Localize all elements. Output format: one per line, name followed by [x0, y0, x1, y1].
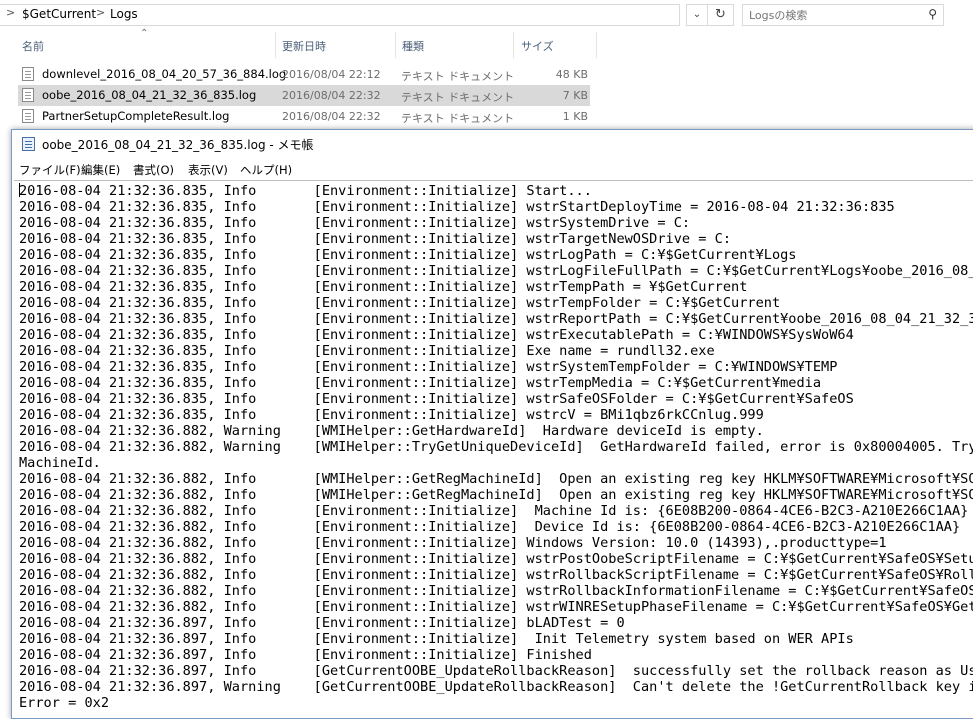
breadcrumb-logs[interactable]: Logs: [110, 7, 138, 21]
log-line[interactable]: Error = 0x2: [19, 695, 109, 711]
log-line[interactable]: 2016-08-04 21:32:36.882, Warning [WMIHel…: [19, 439, 973, 455]
log-line[interactable]: 2016-08-04 21:32:36.882, Warning [WMIHel…: [19, 423, 764, 439]
file-date: 2016/08/04 22:32: [282, 110, 381, 123]
log-line[interactable]: 2016-08-04 21:32:36.835, Info [Environme…: [19, 247, 797, 263]
breadcrumb-separator-icon[interactable]: >: [96, 6, 105, 19]
notepad-window[interactable]: oobe_2016_08_04_21_32_36_835.log - メモ帳 フ…: [11, 129, 973, 719]
log-line[interactable]: 2016-08-04 21:32:36.835, Info [Environme…: [19, 279, 747, 295]
log-line[interactable]: 2016-08-04 21:32:36.882, Info [Environme…: [19, 519, 960, 535]
breadcrumb-chevron-icon[interactable]: >: [6, 6, 15, 19]
file-name: oobe_2016_08_04_21_32_36_835.log: [42, 88, 257, 102]
log-line[interactable]: 2016-08-04 21:32:36.835, Info [Environme…: [19, 231, 731, 247]
file-name: PartnerSetupCompleteResult.log: [42, 109, 230, 123]
log-line[interactable]: 2016-08-04 21:32:36.835, Info [Environme…: [19, 199, 895, 215]
log-line[interactable]: 2016-08-04 21:32:36.882, Info [WMIHelper…: [19, 487, 973, 503]
log-line[interactable]: 2016-08-04 21:32:36.882, Info [Environme…: [19, 535, 887, 551]
log-line[interactable]: 2016-08-04 21:32:36.835, Info [Environme…: [19, 391, 854, 407]
log-line[interactable]: 2016-08-04 21:32:36.835, Info [Environme…: [19, 215, 690, 231]
log-line[interactable]: 2016-08-04 21:32:36.897, Info [Environme…: [19, 615, 625, 631]
menu-edit[interactable]: 編集(E): [81, 162, 120, 178]
window-title: oobe_2016_08_04_21_32_36_835.log - メモ帳: [42, 138, 314, 152]
log-line[interactable]: 2016-08-04 21:32:36.835, Info [Environme…: [19, 311, 973, 327]
log-line[interactable]: 2016-08-04 21:32:36.835, Info [Environme…: [19, 375, 821, 391]
log-line[interactable]: 2016-08-04 21:32:36.835, Info [Environme…: [19, 407, 764, 423]
log-line[interactable]: 2016-08-04 21:32:36.882, Info [Environme…: [19, 551, 973, 567]
log-line[interactable]: 2016-08-04 21:32:36.882, Info [Environme…: [19, 583, 973, 599]
file-row-selected[interactable]: oobe_2016_08_04_21_32_36_835.log 2016/08…: [18, 85, 590, 106]
file-size: 1 KB: [562, 110, 588, 123]
search-input[interactable]: [749, 7, 917, 23]
menu-format[interactable]: 書式(O): [133, 162, 174, 178]
log-line[interactable]: 2016-08-04 21:32:36.835, Info [Environme…: [19, 183, 592, 199]
search-icon[interactable]: ⚲: [928, 7, 937, 21]
file-row[interactable]: PartnerSetupCompleteResult.log 2016/08/0…: [18, 106, 590, 127]
log-line[interactable]: 2016-08-04 21:32:36.835, Info [Environme…: [19, 359, 837, 375]
log-line[interactable]: 2016-08-04 21:32:36.897, Info [Environme…: [19, 631, 854, 647]
refresh-icon[interactable]: ↻: [708, 4, 734, 26]
file-type: テキスト ドキュメント: [401, 70, 515, 83]
sort-ascending-icon: ⌃: [140, 28, 149, 39]
log-line[interactable]: 2016-08-04 21:32:36.835, Info [Environme…: [19, 295, 780, 311]
text-file-icon: [22, 67, 34, 81]
log-line[interactable]: 2016-08-04 21:32:36.835, Info [Environme…: [19, 327, 854, 343]
file-explorer-window: > $GetCurrent > Logs ⌄ ↻ ⚲ ⌃ 名前 更新日時 種類 …: [0, 0, 973, 130]
log-line[interactable]: 2016-08-04 21:32:36.882, Info [Environme…: [19, 567, 973, 583]
log-line[interactable]: 2016-08-04 21:32:36.835, Info [Environme…: [19, 343, 715, 359]
column-divider[interactable]: [275, 32, 276, 58]
file-size: 48 KB: [555, 68, 588, 81]
log-line[interactable]: MachineId.: [19, 455, 101, 471]
log-line[interactable]: 2016-08-04 21:32:36.882, Info [Environme…: [19, 503, 968, 519]
column-divider[interactable]: [513, 32, 514, 58]
column-header-type[interactable]: 種類: [402, 38, 424, 54]
file-date: 2016/08/04 22:32: [282, 89, 381, 102]
log-line[interactable]: 2016-08-04 21:32:36.882, Info [WMIHelper…: [19, 471, 973, 487]
log-line[interactable]: 2016-08-04 21:32:36.897, Info [GetCurren…: [19, 663, 973, 679]
log-line[interactable]: 2016-08-04 21:32:36.835, Info [Environme…: [19, 263, 973, 279]
file-name: downlevel_2016_08_04_20_57_36_884.log: [42, 67, 287, 81]
file-date: 2016/08/04 22:12: [282, 68, 381, 81]
log-line[interactable]: 2016-08-04 21:32:36.882, Info [Environme…: [19, 599, 973, 615]
column-divider[interactable]: [395, 32, 396, 58]
menu-file[interactable]: ファイル(F): [19, 162, 81, 178]
search-box[interactable]: ⚲: [742, 4, 944, 26]
file-type: テキスト ドキュメント: [401, 112, 515, 125]
column-header-date[interactable]: 更新日時: [282, 38, 326, 54]
address-dropdown-icon[interactable]: ⌄: [686, 4, 708, 26]
menu-help[interactable]: ヘルプ(H): [240, 162, 292, 178]
column-header-name[interactable]: 名前: [22, 38, 44, 54]
log-line[interactable]: 2016-08-04 21:32:36.897, Warning [GetCur…: [19, 679, 973, 695]
file-row[interactable]: downlevel_2016_08_04_20_57_36_884.log 20…: [18, 64, 590, 85]
log-line[interactable]: 2016-08-04 21:32:36.897, Info [Environme…: [19, 647, 592, 663]
file-size: 7 KB: [562, 89, 588, 102]
file-type: テキスト ドキュメント: [401, 91, 515, 104]
breadcrumb-getcurrent[interactable]: $GetCurrent: [22, 7, 96, 21]
column-header-size[interactable]: サイズ: [521, 38, 554, 54]
text-file-icon: [22, 88, 34, 102]
text-file-icon: [22, 109, 34, 123]
menu-bar: ファイル(F) 編集(E) 書式(O) 表示(V) ヘルプ(H): [12, 158, 973, 180]
menu-view[interactable]: 表示(V): [188, 162, 228, 178]
text-editor-area[interactable]: 2016-08-04 21:32:36.835, Info [Environme…: [14, 180, 973, 718]
notepad-titlebar[interactable]: oobe_2016_08_04_21_32_36_835.log - メモ帳: [12, 130, 973, 158]
address-row: > $GetCurrent > Logs ⌄ ↻ ⚲: [0, 0, 973, 30]
notepad-icon[interactable]: [22, 137, 35, 151]
column-divider[interactable]: [596, 32, 597, 58]
